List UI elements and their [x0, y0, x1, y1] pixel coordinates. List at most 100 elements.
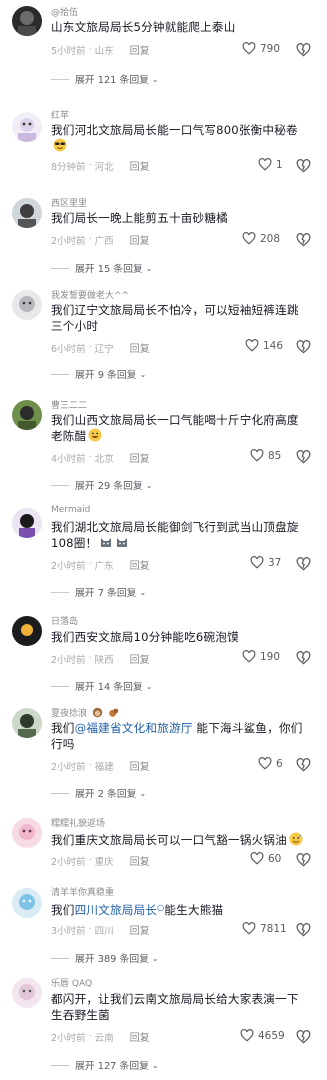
reply-button[interactable]: 回复 — [130, 651, 150, 666]
comment-meta: 2小时前 · 广西 回复 — [51, 232, 150, 247]
avatar[interactable] — [12, 112, 42, 142]
comment-meta: 6小时前 · 辽宁 回复 — [51, 340, 150, 355]
like-count: 146 — [263, 339, 284, 352]
like-button[interactable]: 60 — [250, 852, 281, 865]
like-count: 790 — [260, 42, 281, 55]
avatar[interactable] — [12, 616, 42, 646]
like-button[interactable]: 7811 — [242, 922, 287, 935]
comment-text: 我们西安文旅局10分钟能吃6碗泡馍 — [51, 630, 239, 644]
comment-text: 都闪开，让我们云南文旅局局长给大家表演一下生吞野生菌 — [51, 992, 299, 1022]
heart-outline-icon — [245, 339, 259, 352]
comment-username[interactable]: 糯糯礼貌返场 — [51, 816, 105, 829]
comment-time: 4小时前 — [51, 453, 86, 465]
expand-replies-button[interactable]: 展开 121 条回复 ⌄ — [51, 72, 159, 86]
comment-time: 2小时前 — [51, 856, 86, 868]
heart-outline-icon — [242, 650, 256, 663]
reply-button[interactable]: 回复 — [130, 232, 150, 247]
comment-text: 我们局长一晚上能剪五十亩砂糖橘 — [51, 211, 228, 225]
comment-username[interactable]: 乐唇 QAQ — [51, 976, 92, 989]
avatar[interactable] — [12, 978, 42, 1008]
avatar[interactable] — [12, 818, 42, 848]
broken-heart-icon[interactable] — [296, 340, 311, 354]
comment-username[interactable]: 清羊羊你真稳重 — [51, 885, 114, 898]
comment-username[interactable]: 我发誓要做老大^^ — [51, 288, 129, 301]
avatar[interactable] — [12, 6, 42, 36]
comment-location: 广西 — [94, 235, 114, 247]
expand-replies-button[interactable]: 展开 127 条回复 ⌄ — [51, 1058, 159, 1072]
sweat-smile-emoji-icon — [289, 832, 303, 846]
broken-heart-icon[interactable] — [296, 1030, 311, 1044]
expand-replies-button[interactable]: 展开 7 条回复 ⌄ — [51, 585, 146, 599]
like-count: 7811 — [260, 922, 287, 935]
avatar[interactable] — [12, 888, 42, 918]
comment-username[interactable]: 红苹 — [51, 108, 69, 121]
expand-replies-button[interactable]: 展开 9 条回复 ⌄ — [51, 367, 146, 381]
heart-outline-icon — [250, 852, 264, 865]
comment-time: 2小时前 — [51, 560, 86, 572]
comment-location: 山东 — [94, 45, 114, 57]
broken-heart-icon[interactable] — [296, 651, 311, 665]
reply-button[interactable]: 回复 — [130, 450, 150, 465]
comment-location: 北京 — [94, 453, 114, 465]
reply-button[interactable]: 回复 — [130, 1029, 150, 1044]
comment-username[interactable]: 西区里里 — [51, 196, 87, 209]
reply-button[interactable]: 回复 — [130, 42, 150, 57]
broken-heart-icon[interactable] — [296, 450, 311, 464]
broken-heart-icon[interactable] — [296, 853, 311, 867]
expand-replies-button[interactable]: 展开 389 条回复 ⌄ — [51, 951, 159, 965]
like-button[interactable]: 790 — [242, 42, 280, 55]
comment-location: 四川 — [94, 925, 114, 937]
like-button[interactable]: 85 — [250, 449, 281, 462]
reply-button[interactable]: 回复 — [130, 158, 150, 173]
like-button[interactable]: 190 — [242, 650, 280, 663]
comment-time: 3小时前 — [51, 925, 86, 937]
broken-heart-icon[interactable] — [296, 557, 311, 571]
chevron-down-icon: ⌄ — [151, 74, 159, 84]
chevron-down-icon: ⌄ — [145, 263, 153, 273]
reply-button[interactable]: 回复 — [130, 557, 150, 572]
expand-replies-button[interactable]: 展开 2 条回复 ⌄ — [51, 786, 146, 800]
expand-replies-button[interactable]: 展开 14 条回复 ⌄ — [51, 679, 152, 693]
expand-replies-button[interactable]: 展开 29 条回复 ⌄ — [51, 478, 152, 492]
like-button[interactable]: 4659 — [240, 1029, 285, 1042]
reply-button[interactable]: 回复 — [130, 922, 150, 937]
avatar[interactable] — [12, 400, 42, 430]
reply-button[interactable]: 回复 — [130, 853, 150, 868]
comment-username[interactable]: Mermaid — [51, 505, 90, 515]
like-button[interactable]: 146 — [245, 339, 283, 352]
broken-heart-icon[interactable] — [296, 923, 311, 937]
broken-heart-icon[interactable] — [296, 159, 311, 173]
comment-username[interactable]: 夏夜捻浪 — [51, 706, 119, 719]
reply-button[interactable]: 回复 — [130, 758, 150, 773]
grinning-emoji-icon — [88, 428, 102, 442]
like-button[interactable]: 1 — [258, 158, 283, 171]
search-link[interactable]: 四川文旅局局长 — [75, 903, 158, 917]
broken-heart-icon[interactable] — [296, 758, 311, 772]
avatar[interactable] — [12, 290, 42, 320]
monkey-emoji-icon — [92, 707, 103, 718]
broken-heart-icon[interactable] — [296, 43, 311, 57]
comment-username[interactable]: 日落岛 — [51, 614, 78, 627]
like-button[interactable]: 208 — [242, 232, 280, 245]
avatar[interactable] — [12, 198, 42, 228]
mention-link[interactable]: @福建省文化和旅游厅 — [75, 721, 193, 735]
comment-username[interactable]: 曹三二二 — [51, 398, 87, 411]
expand-replies-button[interactable]: 展开 15 条回复 ⌄ — [51, 261, 152, 275]
like-button[interactable]: 6 — [258, 757, 283, 770]
heart-outline-icon — [242, 232, 256, 245]
comment-location: 福建 — [94, 761, 114, 773]
comment-text: 山东文旅局局长5分钟就能爬上泰山 — [51, 20, 236, 34]
like-count: 1 — [276, 158, 283, 171]
comment-time: 2小时前 — [51, 235, 86, 247]
avatar[interactable] — [12, 708, 42, 738]
broken-heart-icon[interactable] — [296, 233, 311, 247]
comment-text: 我们山西文旅局局长一口气能喝十斤宁化府高度老陈醋 — [51, 413, 299, 443]
comment-username[interactable]: @拾伍 — [51, 5, 78, 18]
avatar[interactable] — [12, 508, 42, 538]
comment-text: 我们@福建省文化和旅游厅 能下海斗鲨鱼，你们行吗 — [51, 721, 303, 751]
like-count: 37 — [268, 556, 282, 569]
reply-button[interactable]: 回复 — [130, 340, 150, 355]
comment-text: 我们湖北文旅局局长能御剑飞行到武当山顶盘旋108圈！ — [51, 520, 299, 550]
like-button[interactable]: 37 — [250, 556, 281, 569]
comment-meta: 2小时前 · 广东 回复 — [51, 557, 150, 572]
